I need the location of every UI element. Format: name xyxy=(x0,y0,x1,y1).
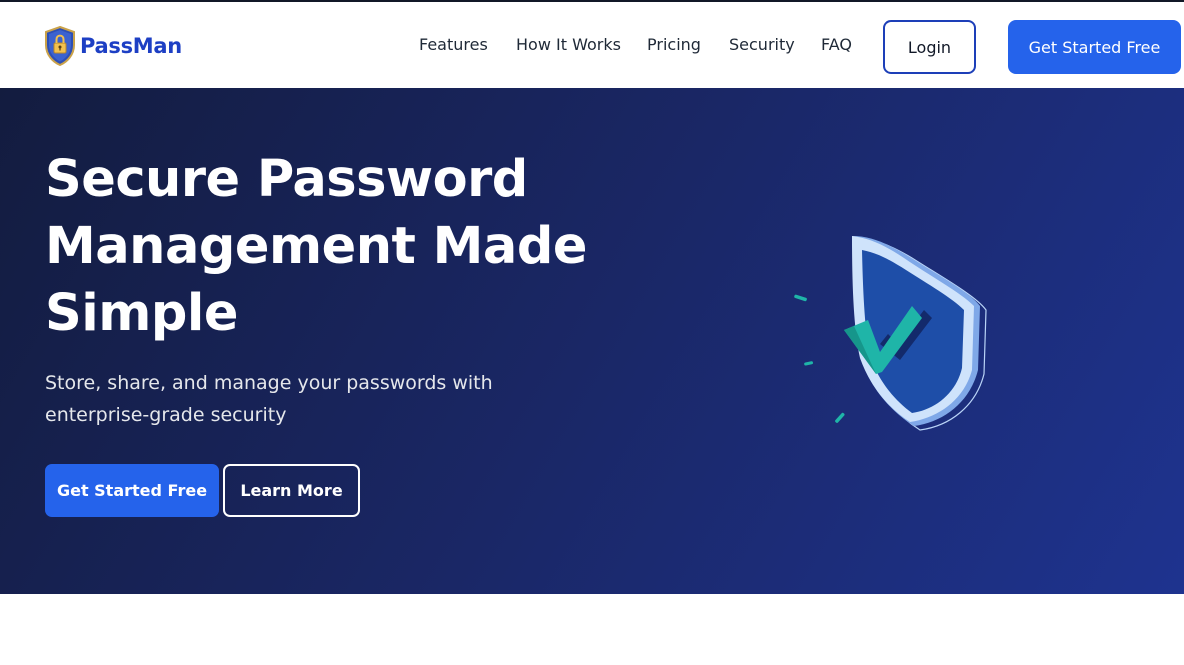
hero-subtitle-line: enterprise-grade security xyxy=(45,404,287,426)
hero-get-started-button[interactable]: Get Started Free xyxy=(45,464,219,517)
nav-link-security[interactable]: Security xyxy=(729,35,795,55)
hero-subtitle-line: Store, share, and manage your passwords … xyxy=(45,372,493,394)
page: PassMan Features How It Works Pricing Se… xyxy=(0,0,1184,665)
hero-title-line: Simple xyxy=(45,284,238,343)
nav-link-features[interactable]: Features xyxy=(419,35,488,55)
hero-title-line: Management Made xyxy=(45,217,587,276)
brand-logo-link[interactable]: PassMan xyxy=(44,25,182,67)
nav-link-how-it-works[interactable]: How It Works xyxy=(516,35,621,55)
hero-title: Secure Password Management Made Simple xyxy=(45,146,665,347)
hero-title-line: Secure Password xyxy=(45,150,528,209)
site-header: PassMan Features How It Works Pricing Se… xyxy=(0,0,1184,88)
login-button[interactable]: Login xyxy=(883,20,976,74)
shield-lock-icon xyxy=(45,26,75,66)
nav-link-pricing[interactable]: Pricing xyxy=(647,35,701,55)
header-get-started-button[interactable]: Get Started Free xyxy=(1008,20,1181,74)
page-content-area xyxy=(0,594,1184,665)
hero-subtitle: Store, share, and manage your passwords … xyxy=(45,367,525,431)
hero-section: Secure Password Management Made Simple S… xyxy=(0,88,1184,594)
learn-more-button[interactable]: Learn More xyxy=(223,464,360,517)
nav-link-faq[interactable]: FAQ xyxy=(821,35,852,55)
brand-name: PassMan xyxy=(80,34,182,58)
shield-check-icon xyxy=(794,236,987,431)
